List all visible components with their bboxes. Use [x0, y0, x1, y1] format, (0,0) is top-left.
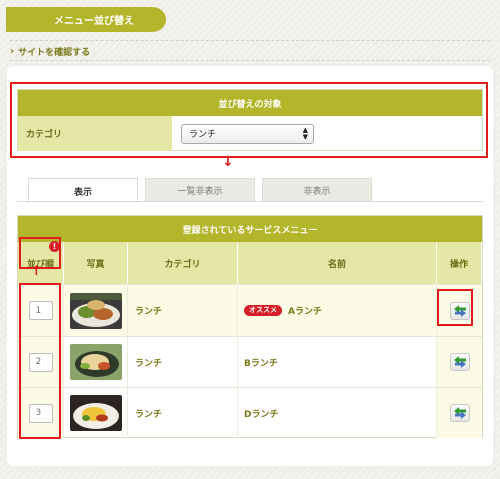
divider	[10, 40, 490, 41]
menu-name: Dランチ	[244, 409, 279, 420]
tabs-divider	[17, 201, 483, 202]
category-label: カテゴリ	[18, 116, 172, 151]
photo-cell	[64, 337, 128, 387]
col-category: カテゴリ	[128, 242, 238, 284]
name-cell: Bランチ	[238, 337, 437, 387]
service-menu-table: 登録されているサービスメニュー 並び順 写真 カテゴリ 名前 操作 1 ランチ …	[17, 215, 483, 438]
help-icon[interactable]: !	[49, 241, 60, 252]
divider	[10, 60, 490, 61]
action-cell	[437, 388, 482, 438]
page-title: メニュー並び替え	[54, 16, 134, 27]
sort-target-heading: 並び替えの対象	[18, 90, 482, 116]
menu-name: Bランチ	[244, 358, 278, 369]
col-action: 操作	[437, 242, 482, 284]
category-select-value: ランチ	[189, 130, 217, 140]
tab-hidden-label: 非表示	[303, 187, 331, 197]
table-row: 2 ランチ Bランチ	[18, 336, 482, 387]
category-cell: ランチ	[128, 285, 238, 336]
tab-hidden[interactable]: 非表示	[262, 178, 372, 202]
chevron-right-icon: ›	[10, 46, 15, 57]
tab-visible[interactable]: 表示	[28, 178, 138, 203]
table-row: 3 ランチ Dランチ	[18, 387, 482, 438]
tab-bar: 表示 一覧非表示 非表示	[0, 178, 500, 203]
view-site-label: サイトを確認する	[18, 48, 91, 58]
move-arrows-icon	[453, 407, 466, 419]
category-cell: ランチ	[128, 388, 238, 438]
table-row: 1 ランチ オススメ Aランチ	[18, 284, 482, 336]
lunch-plate-photo	[69, 344, 122, 380]
name-cell: Dランチ	[238, 388, 437, 438]
category-cell: ランチ ▲ ▼	[172, 116, 482, 151]
recommend-badge: オススメ	[244, 305, 282, 316]
action-button-highlight	[437, 289, 473, 326]
photo-cell	[64, 388, 128, 438]
table-header-row: 並び順 写真 カテゴリ 名前 操作	[18, 242, 482, 284]
tab-visible-label: 表示	[73, 187, 92, 198]
service-menu-heading: 登録されているサービスメニュー	[18, 216, 482, 242]
move-button[interactable]	[449, 353, 470, 371]
lunch-plate-photo	[69, 292, 122, 329]
menu-name: Aランチ	[288, 307, 322, 317]
category-cell: ランチ	[128, 337, 238, 387]
sort-target-table: 並び替えの対象 カテゴリ ランチ ▲ ▼	[17, 89, 483, 151]
col-photo: 写真	[64, 242, 128, 284]
tab-hidden-in-list[interactable]: 一覧非表示	[145, 178, 255, 202]
arrow-up-icon: ↑	[31, 264, 42, 279]
tab-hidden-in-list-label: 一覧非表示	[177, 187, 223, 197]
order-column-highlight	[19, 283, 61, 439]
category-row: カテゴリ ランチ ▲ ▼	[18, 116, 482, 151]
page-title-tab: メニュー並び替え	[6, 7, 166, 32]
move-button[interactable]	[449, 404, 470, 422]
name-cell: オススメ Aランチ	[238, 285, 437, 336]
lunch-plate-photo	[69, 395, 122, 431]
category-select[interactable]: ランチ ▲ ▼	[181, 123, 314, 144]
view-site-link[interactable]: › サイトを確認する	[10, 45, 90, 58]
col-name: 名前	[238, 242, 437, 284]
action-cell	[437, 337, 482, 387]
select-arrows-icon: ▲ ▼	[302, 125, 308, 141]
arrow-down-icon: ↓	[222, 154, 234, 170]
move-arrows-icon	[453, 356, 466, 368]
photo-cell	[64, 285, 128, 336]
